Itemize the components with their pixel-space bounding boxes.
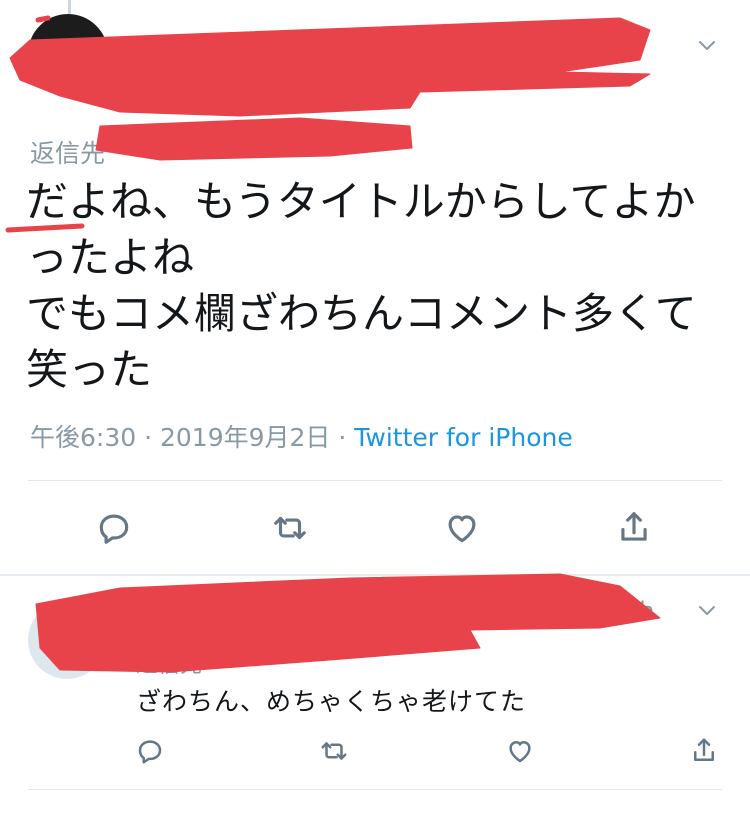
tweet-text: だよね、もうタイトルからしてよか ったよね でもコメ欄ざわちんコメント多くて 笑… <box>26 177 697 394</box>
tweet-meta: 午後6:30 · 2019年9月2日 · Twitter for iPhone <box>30 418 573 454</box>
like-icon[interactable] <box>498 729 542 773</box>
reply-icon[interactable] <box>128 729 172 773</box>
share-icon[interactable] <box>682 729 726 773</box>
main-tweet: 返信先 だよね、もうタイトルからしてよか ったよね でもコメ欄ざわちんコメント多… <box>0 0 750 575</box>
reply-timestamp: 1h <box>624 597 655 625</box>
avatar-detail <box>38 621 56 635</box>
reply-tweet: RinA 1h 返信先 ざわちん、めちゃくちゃ老けてた <box>0 575 750 815</box>
reply-text: ざわちん、めちゃくちゃ老けてた <box>136 687 527 716</box>
share-icon[interactable] <box>612 506 656 550</box>
chevron-down-icon[interactable] <box>692 30 722 60</box>
divider <box>28 480 722 481</box>
reply-author-name[interactable]: RinA <box>168 597 228 627</box>
reply-icon[interactable] <box>92 506 136 550</box>
reply-to-label: 返信先 <box>136 653 203 678</box>
tweet-source-link[interactable]: Twitter for iPhone <box>354 423 572 452</box>
tweet-timestamp: 午後6:30 · 2019年9月2日 · <box>30 423 355 452</box>
like-icon[interactable] <box>440 506 484 550</box>
chevron-down-icon[interactable] <box>692 595 722 625</box>
divider <box>28 789 722 790</box>
avatar[interactable] <box>28 14 108 94</box>
retweet-icon[interactable] <box>312 729 356 773</box>
retweet-icon[interactable] <box>268 506 312 550</box>
reply-to-label: 返信先 <box>30 139 106 168</box>
avatar[interactable] <box>28 601 106 679</box>
